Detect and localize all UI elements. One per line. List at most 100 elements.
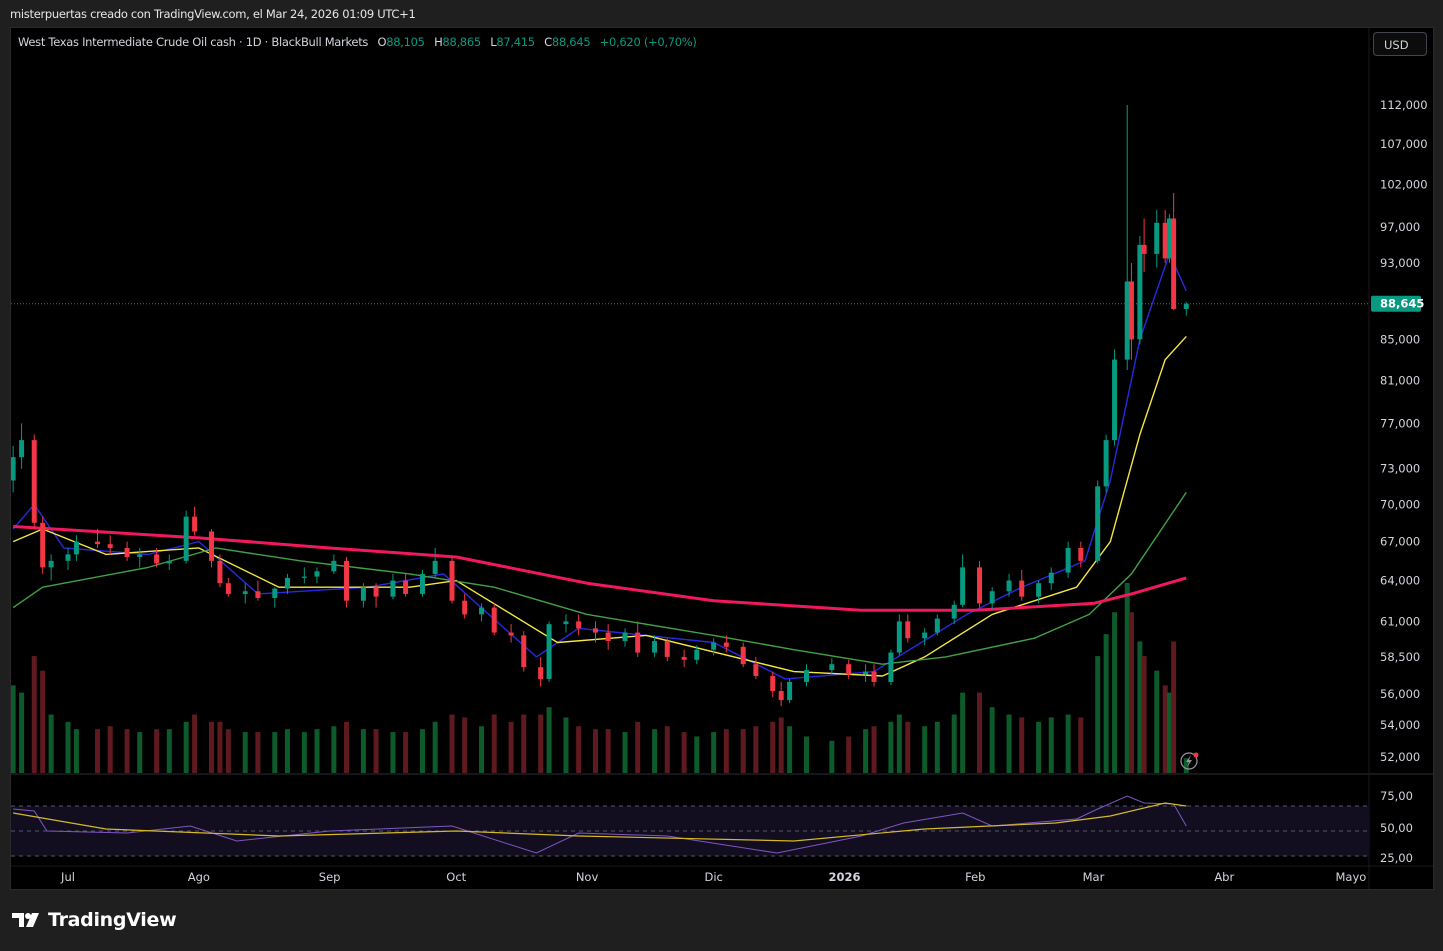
- moving-average-ma-20: [12, 335, 1187, 677]
- tradingview-logo[interactable]: TradingView: [12, 909, 177, 931]
- volume-bar: [977, 692, 983, 773]
- rsi-tick-label: 75,00: [1380, 789, 1413, 803]
- volume-bar: [403, 732, 409, 773]
- candle-body: [664, 641, 670, 657]
- candle-body: [934, 618, 940, 633]
- time-tick-label: Mar: [1083, 870, 1105, 884]
- volume-bar: [863, 729, 869, 773]
- candle-body: [922, 632, 928, 639]
- volume-bar: [48, 714, 54, 773]
- candle-body: [563, 621, 569, 625]
- candle-body: [723, 642, 729, 647]
- candle-body: [40, 522, 46, 568]
- volume-bar: [546, 707, 552, 773]
- symbol-title: West Texas Intermediate Crude Oil cash ·…: [18, 35, 369, 49]
- volume-bar: [344, 721, 350, 773]
- candle-body: [272, 588, 278, 598]
- volume-bar: [1078, 717, 1084, 773]
- candle-body: [1112, 359, 1118, 441]
- volume-bar: [301, 732, 307, 773]
- volume-bar: [989, 707, 995, 773]
- volume-bar: [576, 726, 582, 773]
- volume-bar: [888, 721, 894, 773]
- candle-body: [107, 544, 113, 548]
- candle-body: [403, 580, 409, 594]
- candle-body: [1036, 583, 1042, 597]
- volume-bar: [753, 726, 759, 773]
- volume-bar: [373, 729, 379, 773]
- last-price-label: 88,645: [1380, 297, 1424, 311]
- volume-bar: [934, 721, 940, 773]
- volume-bar: [462, 717, 468, 773]
- moving-average-ma-200: [13, 525, 1187, 612]
- price-tick-label: 58,500: [1380, 650, 1420, 664]
- volume-bar: [449, 714, 455, 773]
- candle-body: [888, 652, 894, 682]
- time-tick-label: Jul: [60, 870, 75, 884]
- candle-body: [19, 440, 25, 458]
- price-tick-label: 77,000: [1380, 416, 1420, 430]
- volume-bar: [652, 729, 658, 773]
- candle-body: [521, 635, 527, 668]
- candle-body: [137, 554, 143, 557]
- volume-bar: [40, 670, 46, 773]
- candle-body: [546, 624, 552, 679]
- volume-bar: [563, 717, 569, 773]
- candle-body: [787, 681, 793, 701]
- candle-body: [711, 642, 717, 650]
- time-tick-label: 2026: [828, 870, 860, 884]
- volume-bar: [65, 721, 71, 773]
- candle-body: [804, 670, 809, 682]
- low-value: 87,415: [496, 35, 535, 49]
- volume-bar: [787, 726, 793, 773]
- candle-body: [255, 591, 261, 598]
- currency-button[interactable]: USD: [1373, 32, 1427, 56]
- candle-body: [11, 457, 16, 481]
- volume-bar: [740, 729, 746, 773]
- volume-bar: [491, 714, 497, 773]
- candle-body: [432, 560, 438, 574]
- candle-body: [740, 646, 746, 665]
- price-tick-label: 61,000: [1380, 614, 1420, 628]
- alert-dot-icon: [1193, 752, 1199, 758]
- volume-bar: [896, 714, 902, 773]
- time-tick-label: Dic: [704, 870, 722, 884]
- price-tick-label: 81,000: [1380, 373, 1420, 387]
- price-chart[interactable]: 112,000 107,000 102,000 97,000 93,000 85,000 8…: [0, 0, 1443, 951]
- volume-bar: [681, 732, 687, 773]
- candle-body: [419, 573, 425, 594]
- candle-body: [373, 587, 379, 597]
- volume-bar: [694, 736, 700, 773]
- candle-body: [863, 671, 869, 675]
- volume-bar: [192, 714, 198, 773]
- candle-body: [1103, 440, 1109, 487]
- volume-bar: [664, 726, 670, 773]
- price-tick-label: 67,000: [1380, 535, 1420, 549]
- volume-bar: [432, 721, 438, 773]
- candle-body: [208, 531, 214, 561]
- volume-bar: [390, 732, 396, 773]
- volume-bar: [770, 721, 776, 773]
- volume-bar: [331, 726, 337, 773]
- volume-bar: [871, 726, 877, 773]
- candle-body: [871, 671, 877, 682]
- volume-bar: [217, 721, 223, 773]
- candle-body: [154, 554, 160, 564]
- candle-body: [1065, 547, 1071, 573]
- candle-body: [192, 516, 198, 532]
- candle-body: [225, 583, 231, 594]
- candle-body: [1128, 281, 1134, 340]
- change-value: +0,620 (+0,70%): [599, 35, 697, 49]
- volume-bar: [538, 714, 544, 773]
- candle-body: [1019, 580, 1025, 597]
- candle-body: [73, 541, 79, 555]
- candle-body: [360, 587, 366, 601]
- volume-bar: [829, 740, 835, 773]
- close-label: C: [544, 35, 552, 49]
- volume-bar: [137, 732, 143, 773]
- candle-body: [635, 632, 641, 653]
- price-tick-label: 107,000: [1380, 137, 1428, 151]
- candle-body: [301, 576, 307, 578]
- candle-body: [538, 667, 544, 679]
- volume-bar: [95, 729, 101, 773]
